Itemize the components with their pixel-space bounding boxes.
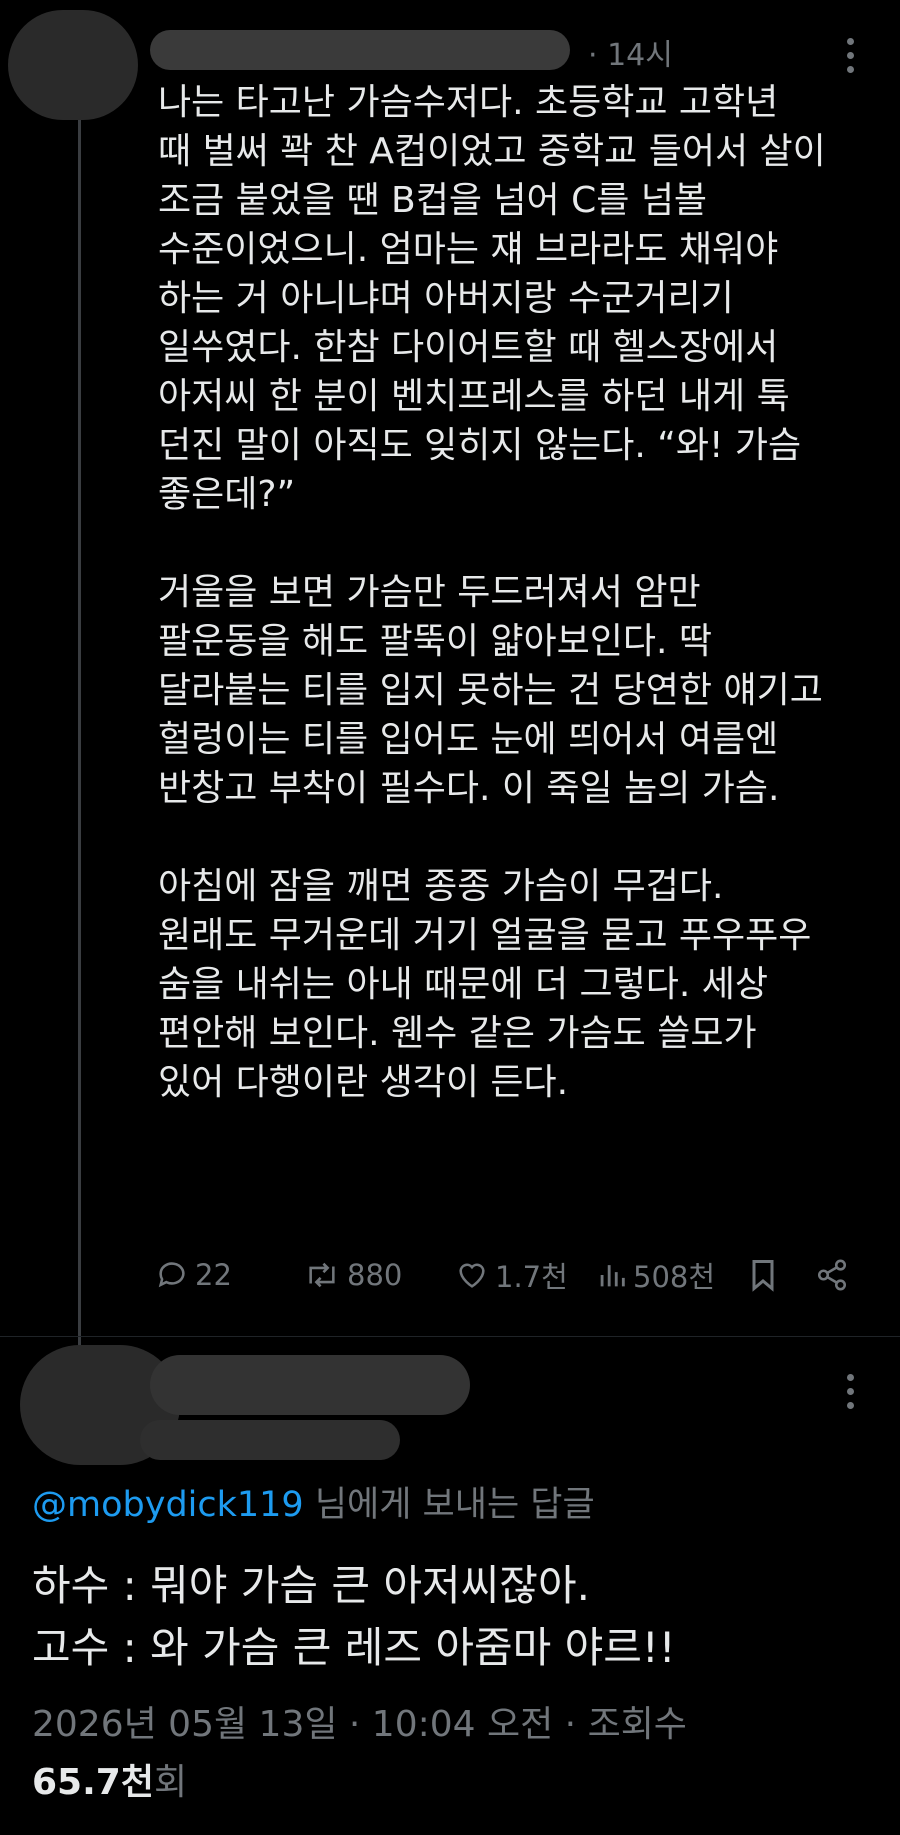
reply-body: 하수 : 뭐야 가슴 큰 아저씨잖아. 고수 : 와 가슴 큰 레즈 아줌마 야… bbox=[32, 1555, 676, 1679]
reply-handle-link[interactable]: @mobydick119 bbox=[32, 1485, 304, 1525]
post-paragraph-3: 아침에 잠을 깨면 종종 가슴이 무겁다. 원래도 무거운데 거기 얼굴을 묻고… bbox=[158, 866, 812, 1103]
divider bbox=[0, 1336, 900, 1337]
reply-line-2: 고수 : 와 가슴 큰 레즈 아줌마 야르!! bbox=[32, 1623, 676, 1672]
repost-icon bbox=[309, 1262, 335, 1288]
reply-more-options-icon[interactable] bbox=[846, 1372, 854, 1412]
post-body: 나는 타고난 가슴수저다. 초등학교 고학년 때 벌써 꽉 찬 A컵이었고 중학… bbox=[158, 78, 878, 1156]
reply-to-line: @mobydick119 님에게 보내는 답글 bbox=[32, 1476, 595, 1527]
bookmark-icon bbox=[752, 1260, 774, 1292]
reply-timestamp: 2026년 05월 13일 · 10:04 오전 · 조회수 bbox=[32, 1704, 687, 1745]
reply-line-1: 하수 : 뭐야 가슴 큰 아저씨잖아. bbox=[32, 1561, 590, 1610]
reply-icon bbox=[158, 1262, 185, 1288]
post-paragraph-1: 나는 타고난 가슴수저다. 초등학교 고학년 때 벌써 꽉 찬 A컵이었고 중학… bbox=[158, 82, 826, 515]
heart-icon bbox=[459, 1263, 485, 1288]
post-paragraph-2: 거울을 보면 가슴만 두드러져서 암만 팔운동을 해도 팔뚝이 얇아보인다. 딱… bbox=[158, 572, 823, 809]
reply-views-count: 65.7천 bbox=[32, 1762, 154, 1803]
views-chart-icon bbox=[600, 1265, 625, 1287]
repost-count: 880 bbox=[347, 1258, 403, 1292]
repost-action[interactable]: 880 bbox=[303, 1255, 402, 1295]
redaction-handle-reply bbox=[140, 1420, 400, 1460]
share-icon bbox=[817, 1259, 847, 1291]
redaction-name-top bbox=[150, 30, 570, 70]
redaction-name-reply bbox=[150, 1355, 470, 1415]
reply-action[interactable]: 22 bbox=[155, 1255, 232, 1295]
like-action[interactable]: 1.7천 bbox=[455, 1255, 568, 1295]
reply-views: 65.7천회 bbox=[32, 1753, 187, 1805]
bookmark-action[interactable] bbox=[748, 1255, 784, 1295]
thread-line bbox=[78, 120, 81, 1355]
views-count: 508천 bbox=[633, 1260, 716, 1294]
share-action[interactable] bbox=[815, 1255, 855, 1295]
like-count: 1.7천 bbox=[495, 1260, 568, 1294]
reply-views-unit: 회 bbox=[153, 1762, 188, 1803]
reply-count: 22 bbox=[195, 1258, 232, 1292]
post-action-bar: 22 880 1.7천 508천 bbox=[155, 1255, 855, 1295]
reply-to-suffix: 님에게 보내는 답글 bbox=[303, 1485, 595, 1525]
views-action[interactable]: 508천 bbox=[597, 1255, 715, 1295]
redaction-avatar-top bbox=[8, 10, 138, 120]
post-time: · 14시 bbox=[588, 38, 673, 73]
more-options-icon[interactable] bbox=[846, 36, 854, 76]
